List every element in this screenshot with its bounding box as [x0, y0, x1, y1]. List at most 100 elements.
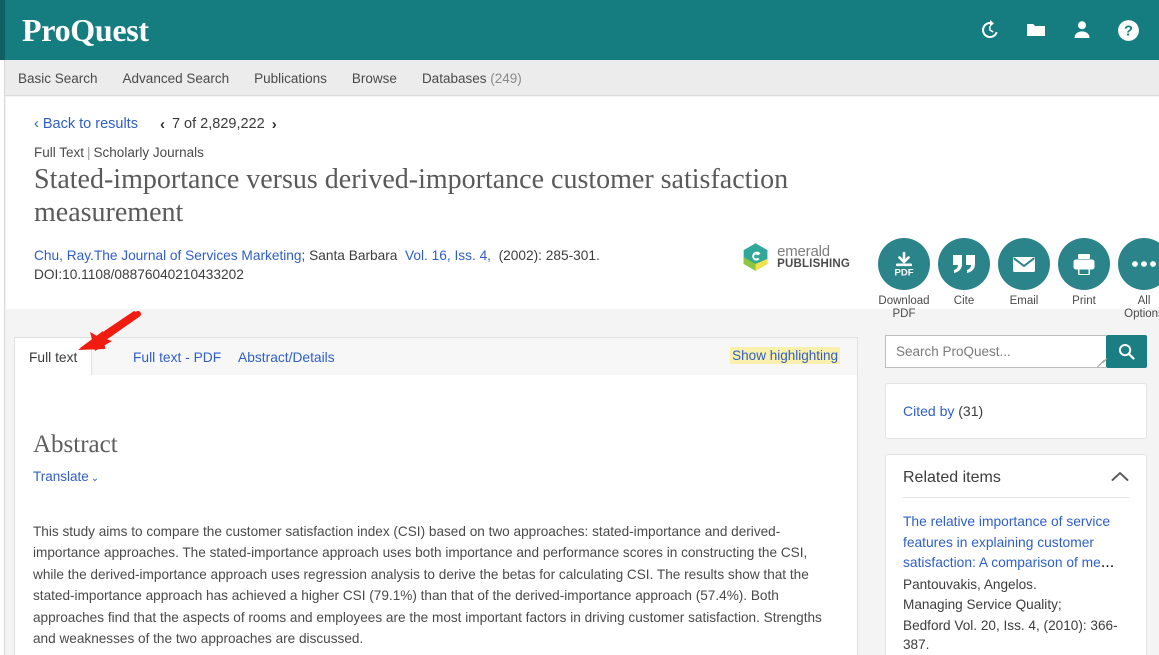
action-label: All Options	[1118, 295, 1159, 321]
recent-searches-icon[interactable]	[977, 17, 1003, 43]
printer-icon	[1058, 238, 1110, 290]
citation-place: ; Santa Barbara	[302, 248, 398, 263]
nav-label: Databases	[422, 71, 487, 86]
show-highlighting-link[interactable]: Show highlighting	[730, 347, 840, 364]
translate-label: Translate	[33, 469, 89, 484]
right-sidebar: Cited by (31) Related items The relative…	[885, 335, 1147, 655]
document-tabs: Full text Full text - PDF Abstract/Detai…	[14, 337, 858, 375]
tab-label: Abstract/Details	[238, 350, 335, 365]
document-content-column: Full text Full text - PDF Abstract/Detai…	[14, 337, 858, 655]
sidebar-search-row	[885, 335, 1147, 368]
cited-by-card: Cited by (31)	[885, 383, 1147, 439]
cited-by-link[interactable]: Cited by	[903, 403, 954, 419]
abstract-heading: Abstract	[33, 431, 118, 459]
pager-position-text: 7 of 2,829,222	[172, 116, 265, 132]
result-pager: ‹ 7 of 2,829,222 ›	[160, 116, 277, 132]
action-label: Email	[1010, 295, 1039, 308]
volume-issue-link[interactable]: Vol. 16, Iss. 4,	[405, 248, 491, 263]
citation-year-pages: (2002): 285-301.	[499, 248, 600, 263]
related-item-ellipsis: ...	[1101, 554, 1114, 571]
emerald-hexagon-icon	[740, 240, 771, 274]
separator: |	[84, 145, 94, 160]
related-item-journal: Managing Service Quality;	[903, 595, 1129, 615]
emerald-name: emerald	[777, 244, 850, 259]
envelope-icon	[998, 238, 1050, 290]
nav-item-publications[interactable]: Publications	[254, 71, 327, 86]
tab-full-text-pdf[interactable]: Full text - PDF	[133, 338, 221, 376]
document-header-card: ‹ Back to results ‹ 7 of 2,829,222 › Ful…	[6, 97, 1159, 309]
all-options-button[interactable]: All Options	[1118, 238, 1159, 321]
related-item-detail: Bedford Vol. 20, Iss. 4, (2010): 366-387…	[903, 616, 1129, 655]
nav-label: Basic Search	[18, 71, 98, 86]
back-to-results-link[interactable]: ‹ Back to results	[34, 116, 138, 132]
translate-dropdown[interactable]: Translate⌄	[33, 469, 99, 484]
results-navigation: ‹ Back to results ‹ 7 of 2,829,222 ›	[34, 116, 277, 132]
chevron-up-icon[interactable]	[1111, 469, 1129, 487]
document-availability: Full Text	[34, 145, 84, 160]
related-items-title: Related items	[903, 469, 1001, 487]
related-items-header[interactable]: Related items	[886, 455, 1146, 497]
search-icon	[1117, 342, 1136, 361]
tab-label: Full text - PDF	[133, 350, 221, 365]
cited-by-row: Cited by (31)	[886, 384, 1146, 438]
tab-label: Full text	[29, 350, 77, 365]
abstract-text: This study aims to compare the customer …	[33, 521, 841, 649]
nav-label: Publications	[254, 71, 327, 86]
chevron-down-icon: ⌄	[89, 473, 99, 484]
document-type-line: Full Text|Scholarly Journals	[34, 145, 204, 160]
cited-by-count: (31)	[958, 403, 983, 419]
document-action-buttons: PDF Download PDF Cite	[878, 238, 1159, 321]
search-button[interactable]	[1106, 335, 1147, 368]
tab-abstract-details[interactable]: Abstract/Details	[238, 338, 335, 376]
citation-line: Chu, Ray.The Journal of Services Marketi…	[34, 245, 734, 266]
nav-item-databases[interactable]: Databases (249)	[422, 71, 522, 86]
nav-item-browse[interactable]: Browse	[352, 71, 397, 86]
nav-label: Advanced Search	[123, 71, 230, 86]
page-title: Stated-importance versus derived-importa…	[34, 163, 824, 229]
cite-button[interactable]: Cite	[938, 238, 990, 321]
doi-text: DOI:10.1108/08876040210433202	[34, 267, 244, 282]
full-text-panel: Abstract Translate⌄ This study aims to c…	[14, 375, 858, 655]
publisher-logo: emerald PUBLISHING	[740, 240, 850, 274]
action-label: Download PDF	[878, 295, 930, 321]
help-icon[interactable]: ?	[1115, 17, 1141, 43]
page-left-edge	[0, 0, 5, 655]
download-pdf-button[interactable]: PDF Download PDF	[878, 238, 930, 321]
header-icon-group: ?	[977, 0, 1141, 60]
emerald-subtitle: PUBLISHING	[777, 259, 850, 271]
search-input-wrapper	[885, 335, 1106, 368]
nav-item-advanced-search[interactable]: Advanced Search	[123, 71, 230, 86]
proquest-logo[interactable]: ProQuest	[22, 9, 149, 51]
resize-handle[interactable]	[1096, 357, 1105, 366]
nav-links: Basic Search Advanced Search Publication…	[18, 60, 522, 96]
site-header: ProQuest	[0, 0, 1159, 60]
related-item-list: The relative importance of service featu…	[886, 498, 1146, 655]
author-journal-link[interactable]: Chu, Ray.The Journal of Services Marketi…	[34, 248, 302, 263]
proquest-document-page: ProQuest	[0, 0, 1159, 655]
related-items-card: Related items The relative importance of…	[885, 454, 1147, 655]
tab-full-text[interactable]: Full text	[15, 338, 92, 377]
related-item-author: Pantouvakis, Angelos.	[903, 575, 1129, 595]
email-button[interactable]: Email	[998, 238, 1050, 321]
page-left-edge-header	[0, 0, 5, 60]
prev-result-button[interactable]: ‹	[160, 117, 165, 132]
account-icon[interactable]	[1069, 17, 1095, 43]
databases-count: (249)	[490, 71, 522, 86]
related-item-title-link[interactable]: The relative importance of service featu…	[903, 514, 1110, 570]
action-label: Cite	[954, 295, 974, 308]
download-pdf-icon: PDF	[878, 238, 930, 290]
nav-item-basic-search[interactable]: Basic Search	[18, 71, 98, 86]
folder-icon[interactable]	[1023, 17, 1049, 43]
quote-icon	[938, 238, 990, 290]
nav-label: Browse	[352, 71, 397, 86]
svg-text:?: ?	[1124, 23, 1133, 39]
main-navigation-bar: Basic Search Advanced Search Publication…	[0, 60, 1159, 96]
action-label: Print	[1072, 295, 1096, 308]
print-button[interactable]: Print	[1058, 238, 1110, 321]
emerald-wordmark: emerald PUBLISHING	[777, 244, 850, 271]
ellipsis-icon	[1118, 238, 1159, 290]
search-input[interactable]	[886, 336, 1106, 367]
svg-text:PDF: PDF	[895, 268, 914, 279]
next-result-button[interactable]: ›	[272, 117, 277, 132]
document-source-type: Scholarly Journals	[94, 145, 204, 160]
